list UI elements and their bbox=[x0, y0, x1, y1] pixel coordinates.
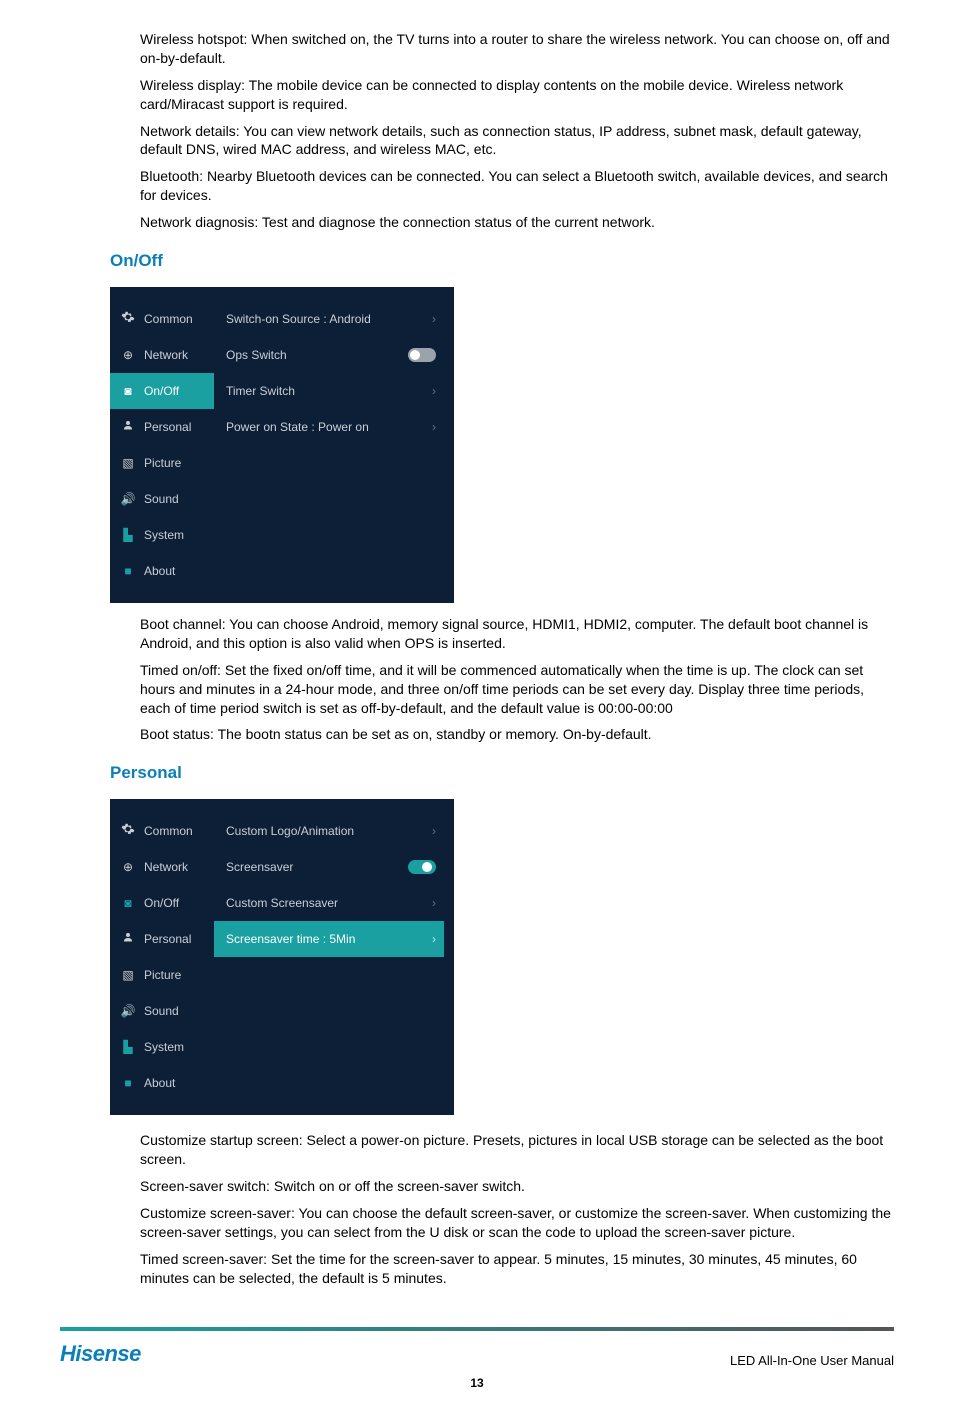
gear-icon bbox=[120, 822, 136, 840]
chevron-right-icon: › bbox=[432, 823, 436, 839]
intro-para: Wireless display: The mobile device can … bbox=[140, 76, 894, 114]
sidebar-item-personal[interactable]: Personal bbox=[110, 921, 214, 957]
sidebar-item-label: About bbox=[144, 563, 175, 579]
intro-para: Network details: You can view network de… bbox=[140, 122, 894, 160]
onoff-screenshot: Common Switch-on Source : Android › ⊕ Ne… bbox=[110, 287, 454, 603]
section-title-personal: Personal bbox=[110, 762, 894, 785]
toggle-screensaver[interactable] bbox=[408, 860, 436, 874]
sidebar-item-sound[interactable]: 🔊 Sound bbox=[110, 993, 214, 1029]
sidebar-item-label: On/Off bbox=[144, 895, 179, 911]
sidebar-item-label: On/Off bbox=[144, 383, 179, 399]
setting-row-power-on-state[interactable]: Power on State : Power on › bbox=[214, 409, 444, 445]
person-icon bbox=[120, 931, 136, 947]
info-icon: ■ bbox=[120, 563, 136, 579]
sidebar-item-picture[interactable]: ▧ Picture bbox=[110, 445, 214, 481]
person-icon bbox=[120, 419, 136, 435]
sidebar-item-label: System bbox=[144, 1039, 184, 1055]
sidebar-item-picture[interactable]: ▧ Picture bbox=[110, 957, 214, 993]
image-icon: ▧ bbox=[120, 967, 136, 983]
setting-label: Timer Switch bbox=[226, 383, 295, 399]
intro-para: Bluetooth: Nearby Bluetooth devices can … bbox=[140, 167, 894, 205]
setting-row-switch-on-source[interactable]: Switch-on Source : Android › bbox=[214, 301, 444, 337]
chevron-right-icon: › bbox=[432, 383, 436, 399]
sidebar-item-label: Sound bbox=[144, 1003, 179, 1019]
sidebar-item-label: About bbox=[144, 1075, 175, 1091]
chevron-right-icon: › bbox=[432, 931, 436, 947]
sidebar-item-label: Common bbox=[144, 311, 193, 327]
brand-logo: Hisense bbox=[60, 1339, 141, 1369]
globe-icon: ⊕ bbox=[120, 859, 136, 875]
onoff-para: Timed on/off: Set the fixed on/off time,… bbox=[140, 661, 894, 718]
setting-row-ops-switch[interactable]: Ops Switch bbox=[214, 337, 444, 373]
sidebar-item-label: Personal bbox=[144, 931, 191, 947]
document-title: LED All-In-One User Manual bbox=[730, 1352, 894, 1370]
intro-para: Wireless hotspot: When switched on, the … bbox=[140, 30, 894, 68]
personal-para: Timed screen-saver: Set the time for the… bbox=[140, 1250, 894, 1288]
section-title-onoff: On/Off bbox=[110, 250, 894, 273]
speaker-icon: 🔊 bbox=[120, 1003, 136, 1019]
setting-label: Power on State : Power on bbox=[226, 419, 369, 435]
info-icon: ■ bbox=[120, 1075, 136, 1091]
personal-para: Screen-saver switch: Switch on or off th… bbox=[140, 1177, 894, 1196]
sidebar-item-sound[interactable]: 🔊 Sound bbox=[110, 481, 214, 517]
sidebar-item-label: Picture bbox=[144, 455, 181, 471]
grid-icon: ▙ bbox=[120, 1039, 136, 1055]
chevron-right-icon: › bbox=[432, 895, 436, 911]
sidebar-item-label: Common bbox=[144, 823, 193, 839]
sidebar-item-system[interactable]: ▙ System bbox=[110, 517, 214, 553]
onoff-para: Boot status: The bootn status can be set… bbox=[140, 725, 894, 744]
intro-para: Network diagnosis: Test and diagnose the… bbox=[140, 213, 894, 232]
setting-label: Screensaver time : 5Min bbox=[226, 931, 355, 947]
footer-divider bbox=[60, 1327, 894, 1331]
sidebar-item-label: Network bbox=[144, 347, 188, 363]
onoff-para: Boot channel: You can choose Android, me… bbox=[140, 615, 894, 653]
setting-label: Switch-on Source : Android bbox=[226, 311, 371, 327]
sidebar-item-onoff[interactable]: ◙ On/Off bbox=[110, 373, 214, 409]
sidebar-item-about[interactable]: ■ About bbox=[110, 1065, 214, 1101]
image-icon: ▧ bbox=[120, 455, 136, 471]
sidebar-item-network[interactable]: ⊕ Network bbox=[110, 337, 214, 373]
grid-icon: ▙ bbox=[120, 527, 136, 543]
sidebar-item-onoff[interactable]: ◙ On/Off bbox=[110, 885, 214, 921]
setting-row-screensaver[interactable]: Screensaver bbox=[214, 849, 444, 885]
toggle-ops-switch[interactable] bbox=[408, 348, 436, 362]
speaker-icon: 🔊 bbox=[120, 491, 136, 507]
sidebar-item-label: Personal bbox=[144, 419, 191, 435]
setting-row-timer-switch[interactable]: Timer Switch › bbox=[214, 373, 444, 409]
power-icon: ◙ bbox=[120, 895, 136, 911]
page-number: 13 bbox=[60, 1375, 894, 1391]
personal-screenshot: Common Custom Logo/Animation › ⊕ Network… bbox=[110, 799, 454, 1115]
sidebar-item-personal[interactable]: Personal bbox=[110, 409, 214, 445]
sidebar-item-label: System bbox=[144, 527, 184, 543]
sidebar-item-label: Sound bbox=[144, 491, 179, 507]
setting-label: Ops Switch bbox=[226, 347, 287, 363]
sidebar-item-common[interactable]: Common bbox=[110, 813, 214, 849]
sidebar-item-network[interactable]: ⊕ Network bbox=[110, 849, 214, 885]
sidebar-item-label: Picture bbox=[144, 967, 181, 983]
setting-label: Screensaver bbox=[226, 859, 293, 875]
personal-para: Customize screen-saver: You can choose t… bbox=[140, 1204, 894, 1242]
setting-label: Custom Screensaver bbox=[226, 895, 338, 911]
setting-row-screensaver-time[interactable]: Screensaver time : 5Min › bbox=[214, 921, 444, 957]
chevron-right-icon: › bbox=[432, 419, 436, 435]
gear-icon bbox=[120, 310, 136, 328]
power-icon: ◙ bbox=[120, 383, 136, 399]
sidebar-item-about[interactable]: ■ About bbox=[110, 553, 214, 589]
personal-para: Customize startup screen: Select a power… bbox=[140, 1131, 894, 1169]
globe-icon: ⊕ bbox=[120, 347, 136, 363]
sidebar-item-label: Network bbox=[144, 859, 188, 875]
setting-row-custom-logo[interactable]: Custom Logo/Animation › bbox=[214, 813, 444, 849]
setting-row-custom-screensaver[interactable]: Custom Screensaver › bbox=[214, 885, 444, 921]
setting-label: Custom Logo/Animation bbox=[226, 823, 354, 839]
sidebar-item-system[interactable]: ▙ System bbox=[110, 1029, 214, 1065]
sidebar-item-common[interactable]: Common bbox=[110, 301, 214, 337]
chevron-right-icon: › bbox=[432, 311, 436, 327]
